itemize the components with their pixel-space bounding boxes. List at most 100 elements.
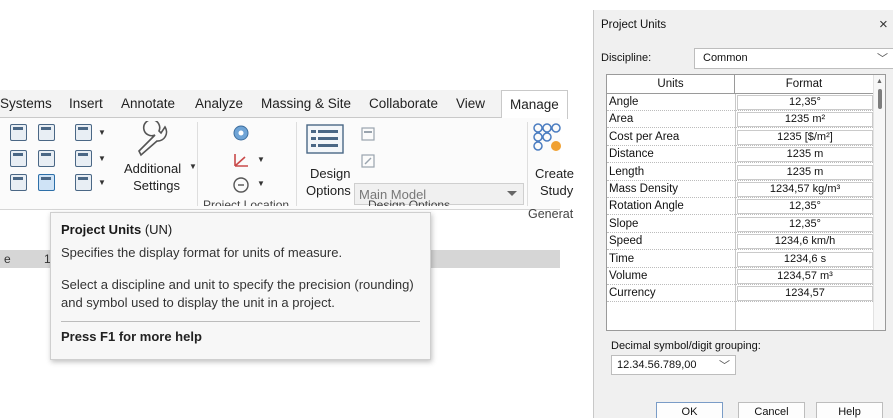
table-row[interactable]: Currency 1234,57 <box>607 285 873 303</box>
project-parameters-icon[interactable] <box>38 150 55 167</box>
unit-name: Length <box>609 165 645 178</box>
table-row[interactable]: Rotation Angle 12,35° <box>607 198 873 216</box>
decimal-grouping-label: Decimal symbol/digit grouping: <box>611 340 761 352</box>
tooltip-command-name: Project Units <box>61 222 142 237</box>
format-button[interactable]: 1235 [$/m²] <box>737 129 873 145</box>
table-row[interactable]: Speed 1234,6 km/h <box>607 233 873 251</box>
table-row[interactable]: Angle 12,35° <box>607 94 873 111</box>
chevron-down-icon: ▼ <box>98 154 106 163</box>
create-study-button[interactable]: Create Study <box>535 165 574 199</box>
chevron-down-icon: ﹀ <box>877 53 888 65</box>
unit-name: Rotation Angle <box>609 200 684 213</box>
chevron-down-icon <box>507 191 517 196</box>
discipline-select[interactable]: Common ﹀ <box>694 48 893 69</box>
shared-parameters-icon[interactable] <box>10 174 27 191</box>
dialog-title: Project Units <box>601 19 667 31</box>
tab-annotate[interactable]: Annotate <box>121 96 175 111</box>
format-button[interactable]: 1234,57 <box>737 286 873 302</box>
scroll-up-icon[interactable]: ▲ <box>876 78 883 85</box>
purge-unused-icon[interactable] <box>75 150 92 167</box>
table-row[interactable]: Slope 12,35° <box>607 216 873 233</box>
tab-massing-site[interactable]: Massing & Site <box>261 96 351 111</box>
format-button[interactable]: 1235 m <box>737 164 873 180</box>
create-study-icon[interactable] <box>532 122 562 154</box>
design-options-icon[interactable] <box>306 124 344 154</box>
chevron-down-icon: ▼ <box>98 178 106 187</box>
design-options-label-line2: Options <box>306 183 351 198</box>
discipline-value: Common <box>703 52 748 64</box>
additional-settings-label-line2: Settings <box>133 178 181 193</box>
tab-insert[interactable]: Insert <box>69 96 103 111</box>
decimal-grouping-select[interactable]: 12.34.56.789,00 ﹀ <box>611 355 736 375</box>
format-button[interactable]: 1235 m <box>737 147 873 163</box>
table-row[interactable]: Area 1235 m² <box>607 111 873 129</box>
tooltip-detail: Select a discipline and unit to specify … <box>61 277 414 310</box>
table-row[interactable]: Distance 1235 m <box>607 146 873 164</box>
format-button[interactable]: 1234,57 kg/m³ <box>737 182 873 197</box>
unit-name: Area <box>609 113 634 126</box>
units-table-scrollbar[interactable]: ▲ <box>873 75 885 330</box>
object-styles-icon[interactable] <box>10 124 27 141</box>
tab-manage[interactable]: Manage <box>501 90 568 119</box>
chevron-down-icon: ﹀ <box>719 360 730 372</box>
table-row[interactable]: Cost per Area 1235 [$/m²] <box>607 129 873 146</box>
cancel-button[interactable]: Cancel <box>738 402 805 418</box>
add-to-set-icon[interactable] <box>360 126 376 142</box>
units-table: Units Format Angle 12,35° Area 1235 m² Cost … <box>606 74 886 331</box>
format-button[interactable]: 1234,6 s <box>737 251 873 267</box>
wrench-icon[interactable] <box>133 121 169 157</box>
additional-settings-button[interactable]: Additional Settings <box>124 160 181 194</box>
tooltip-divider <box>61 321 420 322</box>
additional-settings-label-line1: Additional <box>124 161 182 176</box>
coordinates-icon[interactable] <box>232 151 250 169</box>
unit-name: Time <box>609 252 635 265</box>
chevron-down-icon: ▼ <box>257 179 265 188</box>
table-row[interactable]: Time 1234,6 s <box>607 251 873 268</box>
design-options-button[interactable]: Design Options <box>306 165 351 199</box>
create-study-label-line2: Study <box>540 183 574 198</box>
snaps-icon[interactable] <box>38 124 55 141</box>
tooltip-help-hint: Press F1 for more help <box>61 329 202 344</box>
project-units-tooltip: Project Units (UN) Specifies the display… <box>50 212 431 360</box>
project-information-icon[interactable] <box>10 150 27 167</box>
project-units-dialog: Project Units × Discipline: Common ﹀ Uni… <box>593 10 893 418</box>
tooltip-summary: Specifies the display format for units o… <box>61 245 343 260</box>
format-button[interactable]: 12,35° <box>737 95 873 110</box>
table-row[interactable]: Length 1235 m <box>607 164 873 181</box>
panel-label-generative: Generat <box>528 207 574 221</box>
ribbon-tab-bar: Systems Insert Annotate Analyze Massing … <box>0 90 568 119</box>
unit-name: Currency <box>609 287 656 300</box>
view-tab-fragment[interactable]: e <box>4 252 11 266</box>
format-button[interactable]: 12,35° <box>737 199 873 215</box>
chevron-down-icon: ▼ <box>98 128 106 137</box>
location-icon[interactable] <box>232 124 250 142</box>
table-row[interactable]: Mass Density 1234,57 kg/m³ <box>607 181 873 198</box>
transfer-standards-icon[interactable] <box>75 124 92 141</box>
tab-view[interactable]: View <box>456 96 485 111</box>
table-row[interactable]: Volume 1234,57 m³ <box>607 268 873 285</box>
format-button[interactable]: 1235 m² <box>737 112 873 128</box>
chevron-down-icon: ▼ <box>257 155 265 164</box>
unit-name: Cost per Area <box>609 130 680 143</box>
format-button[interactable]: 1234,6 km/h <box>737 234 873 250</box>
structural-settings-icon[interactable] <box>75 174 92 191</box>
tab-collaborate[interactable]: Collaborate <box>369 96 438 111</box>
close-icon[interactable]: × <box>879 16 888 33</box>
unit-name: Speed <box>609 235 643 248</box>
ribbon-panel-manage: ▼ ▼ ▼ Additional Settings ▼ ▼ ▼ Design O… <box>0 118 574 221</box>
format-button[interactable]: 12,35° <box>737 216 873 232</box>
format-button[interactable]: 1234,57 m³ <box>737 269 873 284</box>
decimal-grouping-value: 12.34.56.789,00 <box>617 359 697 371</box>
help-button[interactable]: Help <box>816 402 883 418</box>
ok-button[interactable]: OK <box>656 402 723 418</box>
position-icon[interactable] <box>232 175 250 193</box>
project-units-icon[interactable] <box>38 174 55 191</box>
scrollbar-thumb[interactable] <box>878 89 882 109</box>
pick-to-edit-icon[interactable] <box>360 153 376 169</box>
unit-name: Angle <box>609 96 639 108</box>
format-column-header: Format <box>735 75 873 94</box>
chevron-down-icon: ▼ <box>189 162 197 171</box>
design-options-label-line1: Design <box>310 166 351 181</box>
tab-analyze[interactable]: Analyze <box>195 96 243 111</box>
tab-systems[interactable]: Systems <box>0 96 52 111</box>
